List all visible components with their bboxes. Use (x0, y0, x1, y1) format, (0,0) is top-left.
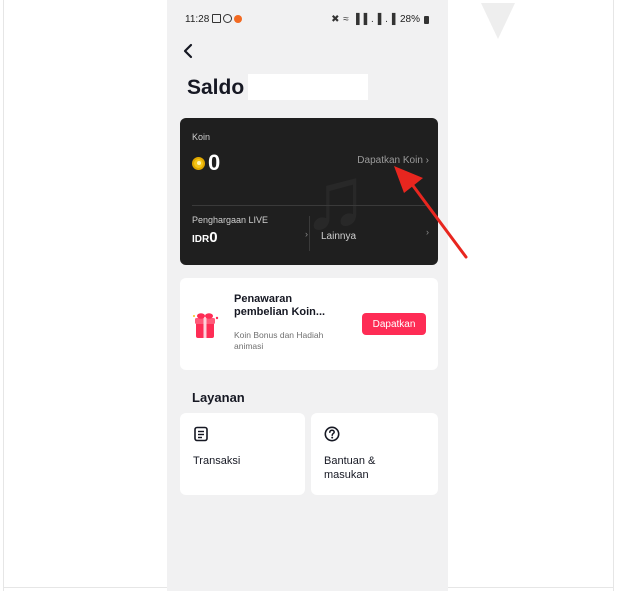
coin-value: 0 (208, 150, 221, 175)
service-label-line: Transaksi (193, 455, 241, 467)
others-item[interactable]: Lainnya › (321, 226, 429, 246)
offer-title: Penawaran pembelian Koin... (234, 293, 354, 319)
coin-label: Koin (192, 132, 211, 142)
status-time: 11:28 (185, 14, 210, 25)
offer-subtitle: Koin Bonus dan Hadiah animasi (234, 330, 360, 352)
page-title: Saldo (187, 76, 245, 99)
gallery-notification-icon (212, 14, 221, 23)
offer-title-line: Penawaran (234, 293, 293, 305)
phone-screen: 11:28 ✖ ≈ ▐▐ .▐ .▐ 28% Saldo ♫ Koin 0 Da… (167, 0, 448, 591)
rewards-currency: IDR (192, 234, 210, 245)
chevron-right-icon: › (305, 229, 308, 239)
coin-balance: 0 (192, 150, 220, 176)
offer-subtitle-line: animasi (234, 341, 264, 351)
decorative-triangle (481, 3, 515, 39)
transactions-label: Transaksi (193, 454, 293, 468)
frame-border-right (613, 0, 614, 591)
card-divider-vertical (309, 216, 310, 251)
rewards-amount: 0 (209, 229, 218, 246)
others-label: Lainnya (321, 231, 357, 242)
notification-icons (212, 14, 242, 23)
live-rewards-label: Penghargaan LIVE (192, 215, 269, 225)
help-feedback-card[interactable]: Bantuan & masukan (311, 413, 438, 495)
coin-offer-card[interactable]: Penawaran pembelian Koin... Koin Bonus d… (180, 278, 438, 370)
transactions-card[interactable]: Transaksi (180, 413, 305, 495)
app-notification-icon (234, 14, 242, 23)
offer-title-line: pembelian Koin... (234, 306, 326, 318)
help-feedback-label: Bantuan & masukan (324, 454, 424, 482)
back-arrow-icon (183, 43, 193, 59)
status-bar: 11:28 ✖ ≈ ▐▐ .▐ .▐ 28% (185, 13, 435, 27)
signal-icons: ✖ ≈ ▐▐ .▐ .▐ (331, 14, 396, 25)
service-label-line: masukan (324, 469, 369, 481)
live-rewards-item[interactable]: Penghargaan LIVE IDR0 › (192, 215, 310, 255)
card-divider (192, 205, 426, 206)
redacted-username (248, 74, 368, 100)
live-rewards-value: IDR0 (192, 229, 310, 247)
battery-level: 28% (399, 14, 420, 25)
balance-card: ♫ Koin 0 Dapatkan Koin › Penghargaan LIV… (180, 118, 438, 265)
service-label-line: Bantuan & (324, 455, 376, 467)
whatsapp-notification-icon (223, 14, 232, 23)
get-offer-button[interactable]: Dapatkan (362, 313, 426, 335)
offer-subtitle-line: Koin Bonus dan Hadiah (234, 330, 324, 340)
gift-icon (193, 313, 219, 338)
status-right: ✖ ≈ ▐▐ .▐ .▐ 28% (331, 14, 429, 25)
coin-icon (192, 156, 205, 170)
services-heading: Layanan (192, 390, 245, 405)
back-button[interactable] (178, 40, 200, 62)
chevron-right-icon: › (426, 227, 429, 237)
document-icon (194, 426, 208, 442)
get-coins-link[interactable]: Dapatkan Koin › (357, 155, 429, 166)
battery-icon (424, 15, 429, 24)
frame-border-left (3, 0, 4, 591)
help-question-icon (324, 426, 340, 442)
